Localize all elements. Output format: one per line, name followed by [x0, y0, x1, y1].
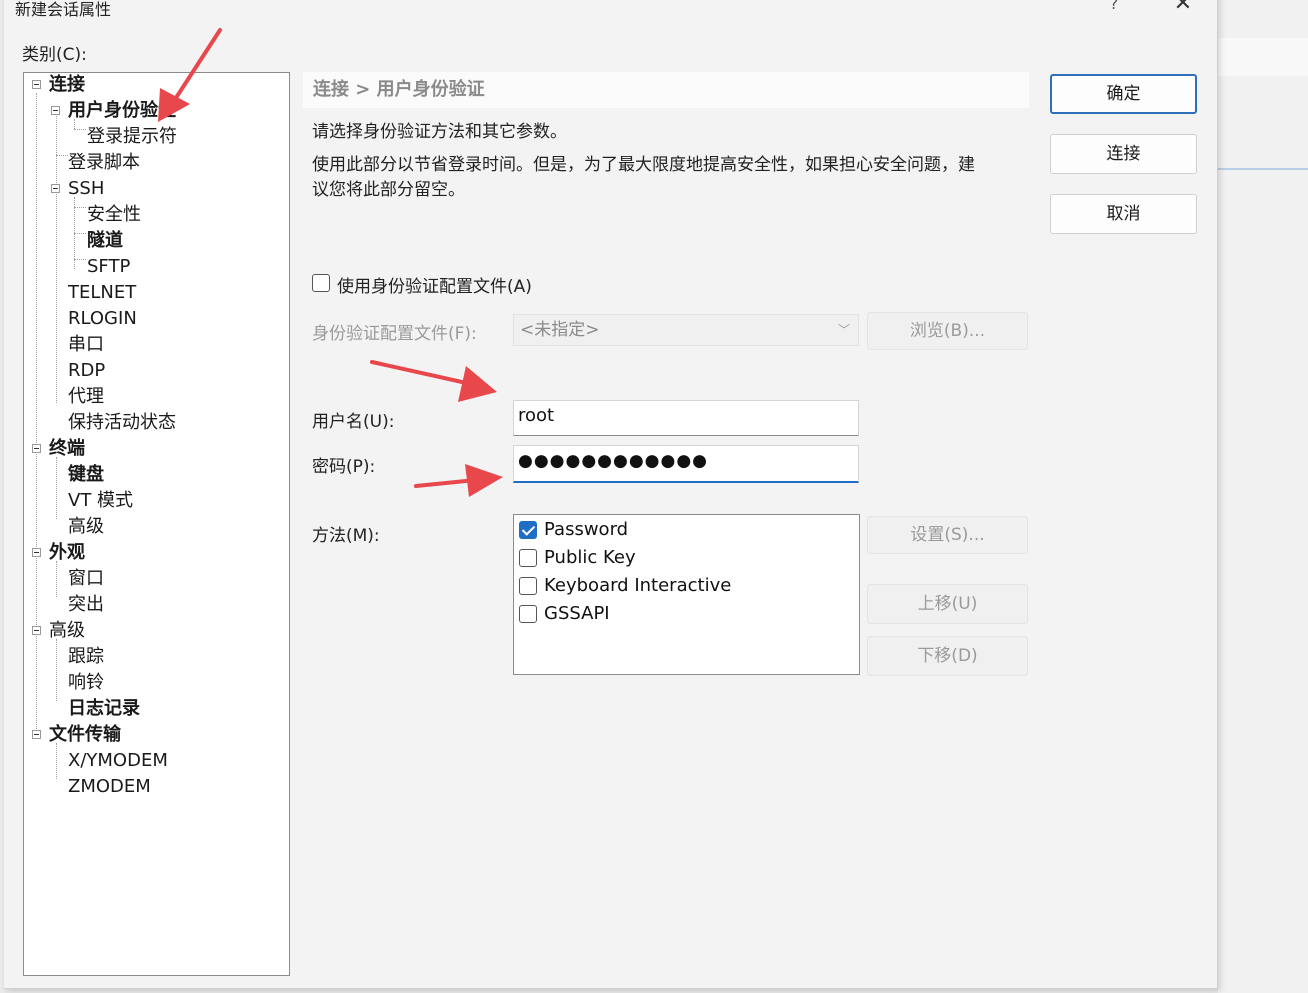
tree-connector [74, 207, 86, 208]
session-properties-dialog: 新建会话属性 ? ✕ 类别(C): 连接 用户身份验证 登录提示符 登录脚本 S… [4, 0, 1218, 989]
tree-connector [56, 155, 68, 156]
tree-item-terminal-advanced[interactable]: 高级 [68, 515, 104, 539]
tree-item-highlight[interactable]: 突出 [68, 593, 104, 617]
tree-item-rdp[interactable]: RDP [68, 359, 105, 383]
tree-item-tunnel[interactable]: 隧道 [87, 229, 123, 253]
tree-item-zmodem[interactable]: ZMODEM [68, 775, 151, 799]
tree-item-file-transfer[interactable]: 文件传输 [49, 723, 121, 747]
tree-item-ssh[interactable]: SSH [68, 177, 104, 201]
browse-button[interactable]: 浏览(B)... [867, 312, 1028, 350]
description-line: 请选择身份验证方法和其它参数。 [312, 122, 567, 142]
category-tree[interactable]: 连接 用户身份验证 登录提示符 登录脚本 SSH 安全性 隧道 SFTP TEL… [23, 72, 290, 976]
category-label: 类别(C): [22, 45, 87, 65]
tree-item-proxy[interactable]: 代理 [68, 385, 104, 409]
background-window [1218, 0, 1308, 993]
collapse-icon[interactable] [32, 730, 41, 739]
tree-item-appearance[interactable]: 外观 [49, 541, 85, 565]
move-down-button[interactable]: 下移(D) [867, 636, 1028, 676]
username-label: 用户名(U): [312, 412, 395, 432]
method-checkbox[interactable] [519, 605, 537, 623]
method-item-label: Keyboard Interactive [544, 575, 732, 596]
tree-item-advanced[interactable]: 高级 [49, 619, 85, 643]
method-checkbox[interactable] [519, 577, 537, 595]
background-window-line [1218, 168, 1308, 170]
password-label: 密码(P): [312, 457, 376, 477]
tree-connector [74, 259, 86, 260]
use-auth-profile-label: 使用身份验证配置文件(A) [337, 277, 532, 297]
tree-item-login-script[interactable]: 登录脚本 [68, 151, 140, 175]
cancel-button[interactable]: 取消 [1050, 194, 1197, 234]
method-settings-button[interactable]: 设置(S)... [867, 516, 1028, 554]
tree-item-login-prompts[interactable]: 登录提示符 [87, 125, 177, 149]
collapse-icon[interactable] [51, 184, 60, 193]
collapse-icon[interactable] [51, 106, 60, 115]
tree-connector [56, 109, 57, 403]
collapse-icon[interactable] [32, 80, 41, 89]
method-item-label: GSSAPI [544, 603, 610, 624]
tree-item-telnet[interactable]: TELNET [68, 281, 136, 305]
auth-method-list[interactable]: Password Public Key Keyboard Interactive… [513, 514, 860, 675]
collapse-icon[interactable] [32, 444, 41, 453]
tree-item-serial[interactable]: 串口 [68, 333, 104, 357]
tree-connector [74, 233, 86, 234]
password-input[interactable]: ●●●●●●●●●●●● [513, 445, 859, 483]
tree-item-xymodem[interactable]: X/YMODEM [68, 749, 168, 773]
username-input[interactable]: root [513, 400, 859, 436]
tree-item-user-auth[interactable]: 用户身份验证 [68, 99, 176, 123]
description-line: 议您将此部分留空。 [312, 180, 465, 200]
tree-item-terminal[interactable]: 终端 [49, 437, 85, 461]
method-item-label: Password [544, 519, 629, 540]
tree-connector [56, 639, 57, 701]
auth-profile-file-select[interactable]: <未指定> ﹀ [513, 314, 859, 346]
description-line: 使用此部分以节省登录时间。但是，为了最大限度地提高安全性，如果担心安全问题，建 [312, 155, 975, 175]
method-item-label: Public Key [544, 547, 636, 568]
use-auth-profile-checkbox[interactable] [312, 274, 330, 292]
help-button[interactable]: ? [1102, 0, 1126, 18]
collapse-icon[interactable] [32, 548, 41, 557]
auth-profile-file-value: <未指定> [520, 320, 600, 340]
tree-connector [56, 561, 57, 597]
tree-item-vt-mode[interactable]: VT 模式 [68, 489, 133, 513]
tree-item-keyboard[interactable]: 键盘 [68, 463, 104, 487]
method-checkbox[interactable] [519, 549, 537, 567]
method-label: 方法(M): [312, 526, 380, 546]
tree-item-connection[interactable]: 连接 [49, 73, 85, 97]
tree-connector [56, 743, 57, 779]
tree-item-bell[interactable]: 响铃 [68, 671, 104, 695]
ok-button[interactable]: 确定 [1050, 74, 1197, 114]
breadcrumb: 连接 > 用户身份验证 [303, 72, 1029, 108]
tree-connector [56, 457, 57, 519]
tree-item-sftp[interactable]: SFTP [87, 255, 130, 279]
title-bar: 新建会话属性 ? ✕ [4, 0, 1217, 28]
tree-item-keepalive[interactable]: 保持活动状态 [68, 411, 176, 435]
tree-connector [36, 93, 37, 735]
tree-item-logging[interactable]: 日志记录 [68, 697, 140, 721]
background-window-strip [1218, 38, 1308, 76]
move-up-button[interactable]: 上移(U) [867, 584, 1028, 624]
tree-connector [74, 129, 86, 130]
collapse-icon[interactable] [32, 626, 41, 635]
method-checkbox[interactable] [519, 521, 537, 539]
tree-item-rlogin[interactable]: RLOGIN [68, 307, 137, 331]
chevron-down-icon: ﹀ [837, 323, 850, 337]
tree-item-trace[interactable]: 跟踪 [68, 645, 104, 669]
tree-item-security[interactable]: 安全性 [87, 203, 141, 227]
dialog-title: 新建会话属性 [15, 0, 112, 19]
tree-item-window[interactable]: 窗口 [68, 567, 104, 591]
connect-button[interactable]: 连接 [1050, 134, 1197, 174]
auth-profile-file-label: 身份验证配置文件(F): [312, 324, 477, 344]
close-button[interactable]: ✕ [1170, 0, 1196, 20]
